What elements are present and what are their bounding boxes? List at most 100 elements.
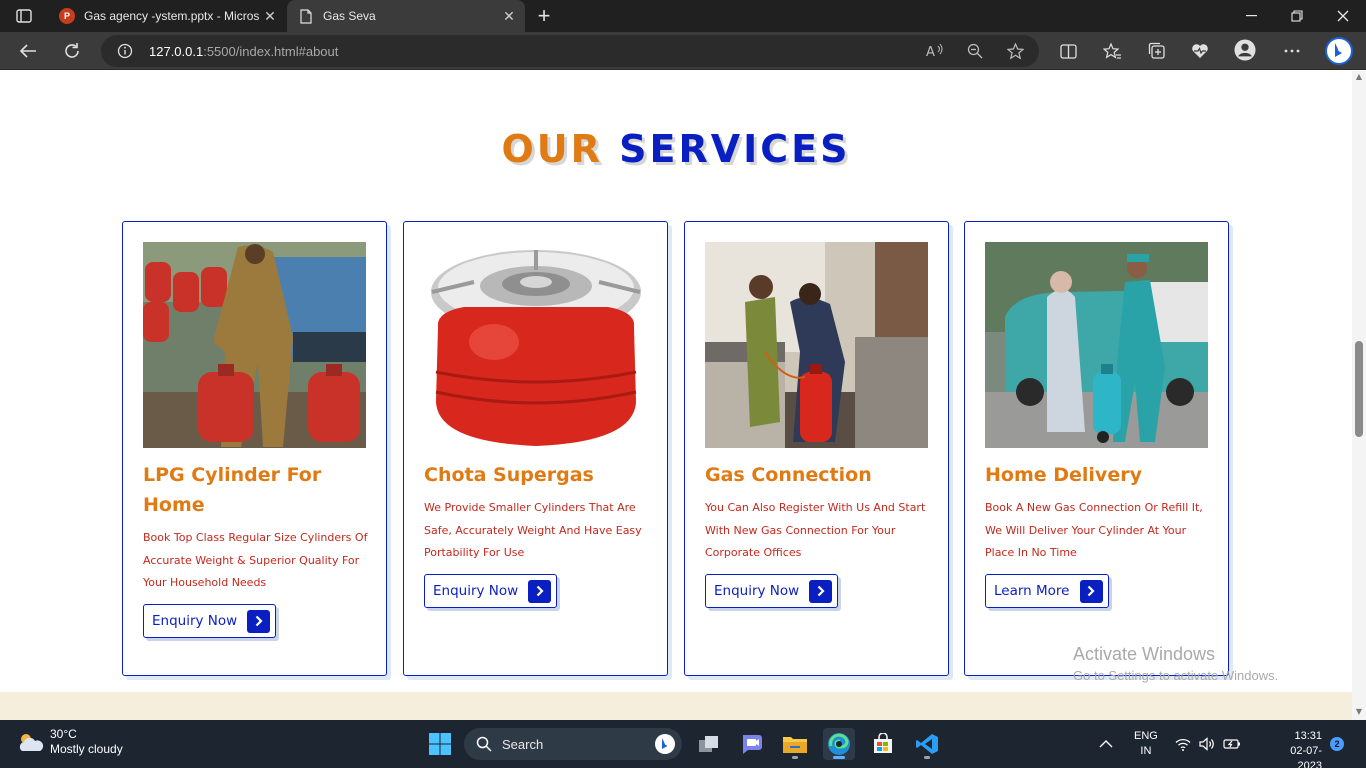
running-indicator — [792, 756, 798, 759]
button-label: Enquiry Now — [433, 583, 519, 599]
service-card-chota-supergas: Chota Supergas We Provide Smaller Cylind… — [403, 221, 668, 676]
service-card-description: You Can Also Register With Us And Start … — [705, 501, 926, 559]
weather-widget[interactable]: 30°C Mostly cloudy — [16, 727, 123, 757]
new-tab-button[interactable]: + — [532, 3, 556, 28]
enquiry-now-button[interactable]: Enquiry Now — [705, 574, 839, 608]
next-section-strip — [0, 692, 1352, 720]
region-code: IN — [1140, 745, 1152, 757]
chevron-right-icon — [247, 609, 271, 633]
address-bar[interactable]: 127.0.0.1:5500/index.html#about A — [101, 35, 1039, 67]
clock-time: 13:31 — [1294, 730, 1322, 742]
volume-icon[interactable] — [1199, 720, 1215, 768]
favorites-icon[interactable] — [1101, 40, 1123, 62]
battery-charging-icon[interactable] — [1223, 720, 1241, 768]
tab-gas-seva[interactable]: Gas Seva ✕ — [287, 0, 525, 32]
watermark-title: Activate Windows — [1073, 644, 1216, 664]
edge-icon[interactable] — [823, 728, 855, 760]
learn-more-button[interactable]: Learn More — [985, 574, 1109, 608]
show-hidden-icons[interactable] — [1099, 720, 1113, 768]
store-icon[interactable] — [867, 728, 899, 760]
site-info-icon[interactable] — [115, 41, 135, 61]
url-text[interactable]: 127.0.0.1:5500/index.html#about — [149, 44, 338, 59]
close-tab-icon[interactable]: ✕ — [260, 6, 280, 26]
temperature: 30°C — [50, 727, 77, 741]
tab-title: Gas Seva — [323, 9, 376, 23]
cloud-sun-icon — [19, 734, 44, 751]
favorite-star-icon[interactable] — [1005, 41, 1025, 61]
bing-icon[interactable] — [1324, 36, 1354, 66]
svg-text:A: A — [926, 45, 935, 59]
collections-icon[interactable] — [1146, 40, 1168, 62]
language-indicator[interactable]: ENG IN — [1134, 729, 1158, 759]
service-card-description: Book Top Class Regular Size Cylinders Of… — [143, 531, 368, 589]
read-aloud-icon[interactable]: A — [925, 41, 945, 61]
weather-condition: Mostly cloudy — [50, 742, 123, 756]
split-screen-icon[interactable] — [1057, 40, 1079, 62]
url-path: :5500/index.html#about — [203, 43, 339, 59]
tab-powerpoint[interactable]: P Gas agency -ystem.pptx - Micros ✕ — [48, 0, 286, 32]
watermark-subtitle: Go to Settings to activate Windows. — [1073, 668, 1279, 683]
more-icon[interactable] — [1281, 40, 1303, 62]
start-icon[interactable] — [424, 728, 456, 760]
vscode-icon[interactable] — [911, 728, 943, 760]
page-scrollbar[interactable]: ▲ ▼ — [1352, 71, 1366, 720]
button-label: Learn More — [994, 583, 1070, 599]
clock-date: 02-07-2023 — [1290, 745, 1322, 768]
heading-word-our: OUR — [501, 127, 603, 171]
powerpoint-letter: P — [59, 8, 75, 24]
refresh-icon[interactable] — [57, 37, 87, 65]
doorstep-delivery-photo — [985, 242, 1208, 448]
powerpoint-icon: P — [58, 7, 76, 25]
delivery-man-with-cylinders-photo — [143, 242, 366, 448]
restore-icon[interactable] — [1274, 0, 1320, 32]
taskbar-search[interactable]: Search — [464, 728, 682, 760]
tab-title: Gas agency -ystem.pptx - Micros — [84, 9, 260, 23]
close-window-icon[interactable] — [1320, 0, 1366, 32]
button-label: Enquiry Now — [714, 583, 800, 599]
close-tab-icon[interactable]: ✕ — [499, 6, 519, 26]
service-card-gas-connection: Gas Connection You Can Also Register Wit… — [684, 221, 949, 676]
notification-badge[interactable]: 2 — [1330, 737, 1344, 751]
enquiry-now-button[interactable]: Enquiry Now — [143, 604, 277, 638]
technician-connecting-cylinder-photo — [705, 242, 928, 448]
wifi-icon[interactable] — [1175, 720, 1191, 768]
teams-icon[interactable] — [735, 728, 767, 760]
chevron-right-icon — [809, 579, 833, 603]
zoom-out-icon[interactable] — [965, 41, 985, 61]
performance-icon[interactable] — [1189, 40, 1211, 62]
page-viewport: OUR SERVICES LPG Cylinder For Home Book … — [0, 71, 1352, 720]
file-explorer-icon[interactable] — [779, 728, 811, 760]
running-indicator — [924, 756, 930, 759]
tab-actions-icon[interactable] — [10, 6, 38, 26]
scroll-down-arrow-icon[interactable]: ▼ — [1355, 708, 1363, 716]
bing-chat-icon — [655, 734, 675, 754]
scroll-up-arrow-icon[interactable]: ▲ — [1355, 73, 1363, 81]
windows-taskbar: 30°C Mostly cloudy Search ENG IN 13:31 0… — [0, 720, 1366, 768]
services-heading: OUR SERVICES — [0, 127, 1352, 171]
small-red-cylinder-stove-photo — [424, 242, 647, 448]
search-icon — [476, 736, 492, 752]
chevron-right-icon — [528, 579, 552, 603]
minimize-icon[interactable] — [1228, 0, 1274, 32]
active-indicator — [833, 756, 845, 759]
scrollbar-thumb[interactable] — [1355, 341, 1363, 437]
task-view-icon[interactable] — [693, 728, 725, 760]
page-icon — [297, 7, 315, 25]
service-card-title: Gas Connection — [705, 464, 872, 486]
profile-icon[interactable] — [1234, 39, 1256, 61]
button-label: Enquiry Now — [152, 613, 238, 629]
chevron-right-icon — [1079, 579, 1103, 603]
service-card-title: Chota Supergas — [424, 464, 594, 486]
search-label: Search — [502, 736, 544, 752]
service-card-title: LPG Cylinder For Home — [143, 464, 322, 516]
enquiry-now-button[interactable]: Enquiry Now — [424, 574, 558, 608]
system-clock[interactable]: 13:31 02-07-2023 — [1280, 729, 1322, 768]
service-card-home-delivery: Home Delivery Book A New Gas Connection … — [964, 221, 1229, 676]
language-code: ENG — [1134, 730, 1158, 742]
service-card-description: Book A New Gas Connection Or Refill It, … — [985, 501, 1203, 559]
back-arrow-icon[interactable] — [13, 37, 43, 65]
service-card-lpg: LPG Cylinder For Home Book Top Class Reg… — [122, 221, 387, 676]
service-card-description: We Provide Smaller Cylinders That Are Sa… — [424, 501, 642, 559]
heading-word-services: SERVICES — [619, 127, 851, 171]
service-card-title: Home Delivery — [985, 464, 1142, 486]
